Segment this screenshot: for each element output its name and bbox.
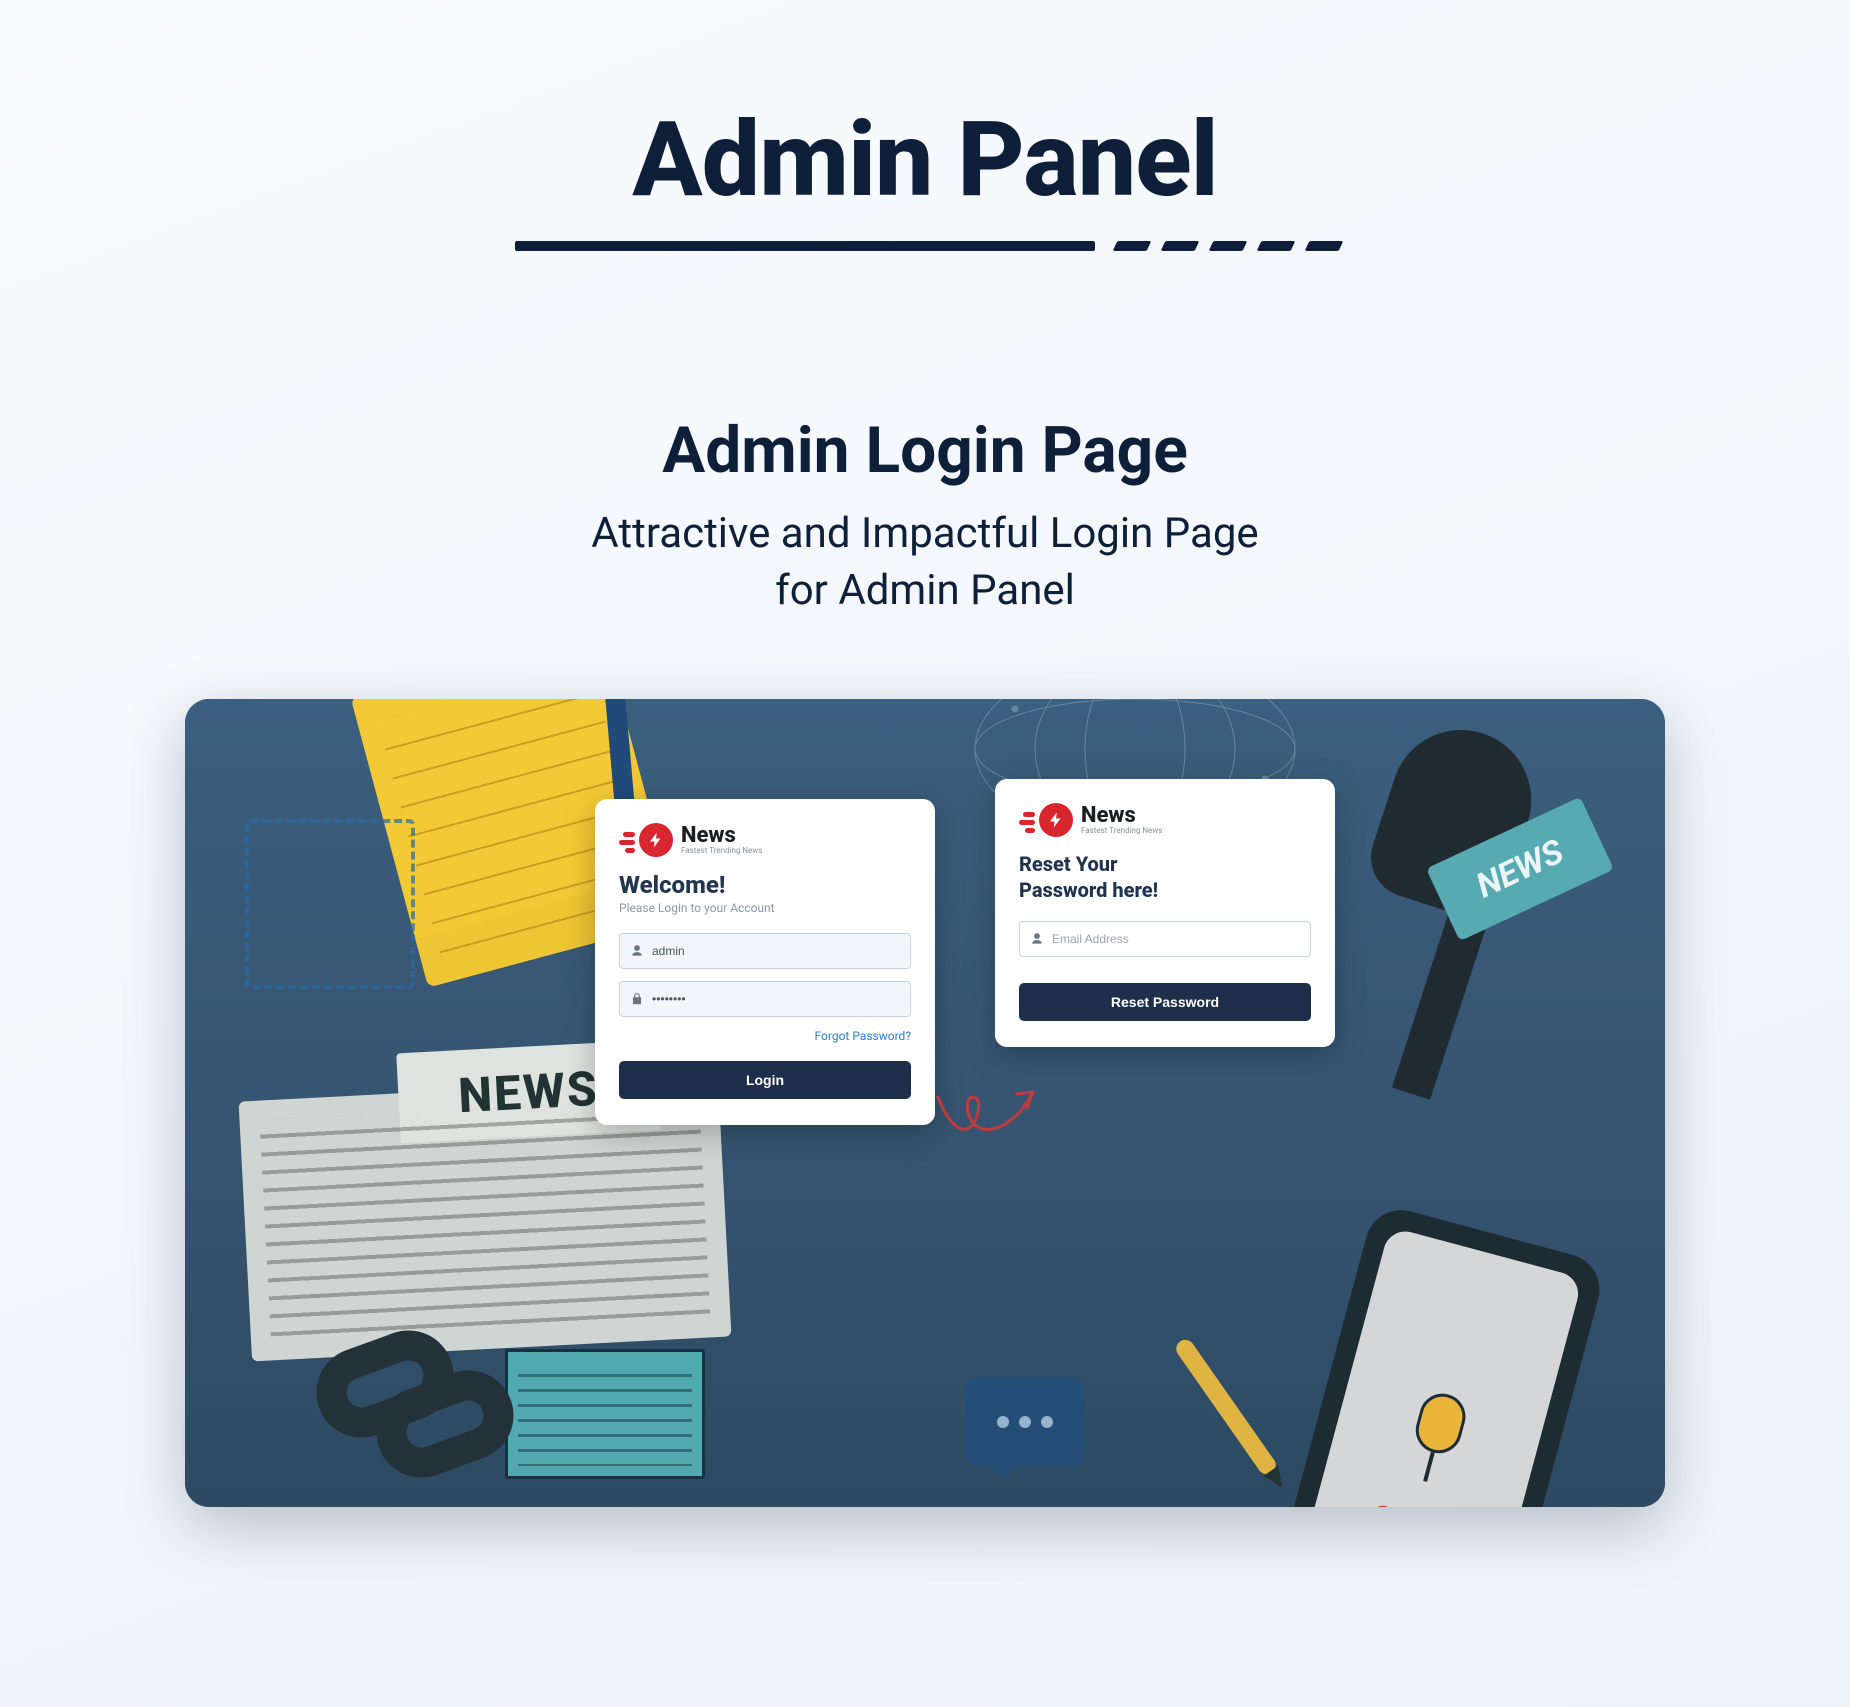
brand-tagline: Fastest Trending News (1081, 827, 1162, 835)
welcome-heading: Welcome! (619, 871, 911, 899)
brand-logo: News Fastest Trending News (1019, 803, 1311, 837)
news-logo-icon (1019, 803, 1073, 837)
lock-icon (628, 992, 646, 1006)
brand-name: News (681, 825, 762, 847)
brand-tagline: Fastest Trending News (681, 847, 762, 855)
username-field-wrap[interactable] (619, 933, 911, 969)
password-input[interactable] (646, 986, 902, 1012)
title-underline (515, 241, 1335, 253)
login-instruction: Please Login to your Account (619, 901, 911, 915)
chainlink-icon (315, 1339, 515, 1479)
section-description: Attractive and Impactful Login Page for … (0, 506, 1850, 619)
newspaper-small-icon (505, 1349, 705, 1479)
login-illustration-card: NEWS NEWS REC News Fastest Trending News (185, 699, 1665, 1507)
forgot-password-link[interactable]: Forgot Password? (815, 1029, 911, 1043)
reset-heading: Reset Your Password here! (1019, 851, 1311, 903)
section-subtitle: Admin Login Page (0, 413, 1850, 488)
chat-bubble-icon (965, 1377, 1085, 1467)
dashed-box-icon (245, 819, 415, 989)
microphone-icon (1305, 729, 1565, 1129)
email-input[interactable] (1046, 926, 1302, 952)
username-input[interactable] (646, 938, 902, 964)
user-icon (1028, 932, 1046, 946)
brand-logo: News Fastest Trending News (619, 823, 911, 857)
news-logo-icon (619, 823, 673, 857)
password-field-wrap[interactable] (619, 981, 911, 1017)
brand-name: News (1081, 805, 1162, 827)
user-icon (628, 944, 646, 958)
reset-password-button[interactable]: Reset Password (1019, 983, 1311, 1021)
login-button[interactable]: Login (619, 1061, 911, 1099)
reset-password-card: News Fastest Trending News Reset Your Pa… (995, 779, 1335, 1047)
login-card: News Fastest Trending News Welcome! Plea… (595, 799, 935, 1125)
email-field-wrap[interactable] (1019, 921, 1311, 957)
page-title: Admin Panel (0, 100, 1850, 221)
